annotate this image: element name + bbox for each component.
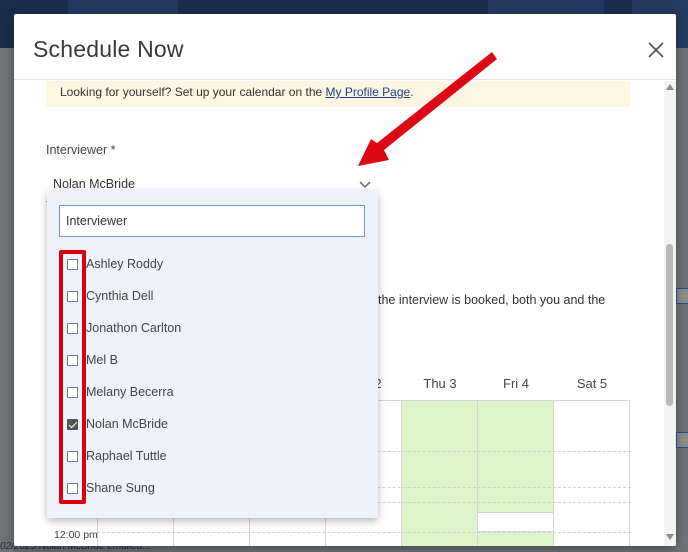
scroll-up-icon[interactable] bbox=[666, 84, 674, 90]
booking-info-text: the interview is booked, both you and th… bbox=[378, 293, 606, 307]
calendar-gridline bbox=[97, 532, 631, 533]
interviewer-dropdown: Ashley Roddy Cynthia Dell Jonathon Carlt… bbox=[47, 190, 378, 518]
calendar-column-thu[interactable] bbox=[401, 401, 477, 546]
option-label: Jonathon Carlton bbox=[86, 321, 182, 335]
dropdown-option[interactable]: Shane Sung bbox=[65, 478, 365, 500]
calendar-column-sat[interactable] bbox=[553, 401, 630, 546]
background-tag bbox=[676, 288, 688, 304]
dropdown-option[interactable]: Raphael Tuttle bbox=[65, 446, 365, 468]
dropdown-option[interactable]: Cynthia Dell bbox=[65, 286, 365, 308]
checkbox[interactable] bbox=[67, 483, 78, 494]
profile-notice: Looking for yourself? Set up your calend… bbox=[46, 81, 630, 107]
notice-text-prefix: Looking for yourself? Set up your calend… bbox=[60, 85, 326, 99]
scroll-down-icon[interactable] bbox=[666, 534, 674, 540]
calendar-day-header: Fri 4 bbox=[503, 376, 529, 391]
checkbox[interactable] bbox=[67, 451, 78, 462]
checkbox-checked[interactable] bbox=[67, 419, 78, 430]
modal-header: Schedule Now bbox=[14, 14, 676, 80]
calendar-day-header: Thu 3 bbox=[423, 376, 457, 391]
option-label: Melany Becerra bbox=[86, 385, 174, 399]
background-right-edge bbox=[676, 48, 688, 552]
chevron-down-icon bbox=[359, 181, 371, 189]
scrollbar-thumb[interactable] bbox=[666, 244, 673, 406]
interviewer-search-input[interactable] bbox=[59, 205, 365, 237]
calendar-booked-slot bbox=[478, 512, 554, 532]
modal-title: Schedule Now bbox=[33, 36, 184, 62]
calendar-column-fri[interactable] bbox=[477, 401, 554, 546]
interviewer-label: Interviewer * bbox=[46, 143, 116, 157]
close-button[interactable] bbox=[646, 40, 666, 60]
option-label: Nolan McBride bbox=[86, 417, 168, 431]
option-label: Raphael Tuttle bbox=[86, 449, 167, 463]
checkbox[interactable] bbox=[67, 323, 78, 334]
option-label: Ashley Roddy bbox=[86, 257, 164, 271]
my-profile-link[interactable]: My Profile Page bbox=[326, 85, 411, 99]
checkbox[interactable] bbox=[67, 259, 78, 270]
dropdown-option[interactable]: Nolan McBride bbox=[65, 414, 365, 436]
option-label: Mel B bbox=[86, 353, 118, 367]
option-label: Shane Sung bbox=[86, 481, 155, 495]
checkbox[interactable] bbox=[67, 355, 78, 366]
checkbox[interactable] bbox=[67, 387, 78, 398]
close-icon bbox=[648, 42, 664, 58]
checkbox[interactable] bbox=[67, 291, 78, 302]
calendar-time-label: 12:00 pm bbox=[54, 529, 98, 541]
background-left-edge bbox=[0, 48, 14, 552]
dropdown-option[interactable]: Ashley Roddy bbox=[65, 254, 365, 276]
dropdown-option[interactable]: Mel B bbox=[65, 350, 365, 372]
interviewer-select-value: Nolan McBride bbox=[53, 177, 135, 191]
calendar-day-header: Sat 5 bbox=[576, 376, 608, 391]
notice-text: Looking for yourself? Set up your calend… bbox=[60, 85, 414, 99]
notice-suffix: . bbox=[410, 85, 414, 99]
dropdown-option[interactable]: Jonathon Carlton bbox=[65, 318, 365, 340]
dropdown-option[interactable]: Melany Becerra bbox=[65, 382, 365, 404]
option-label: Cynthia Dell bbox=[86, 289, 154, 303]
background-tag bbox=[676, 432, 688, 448]
